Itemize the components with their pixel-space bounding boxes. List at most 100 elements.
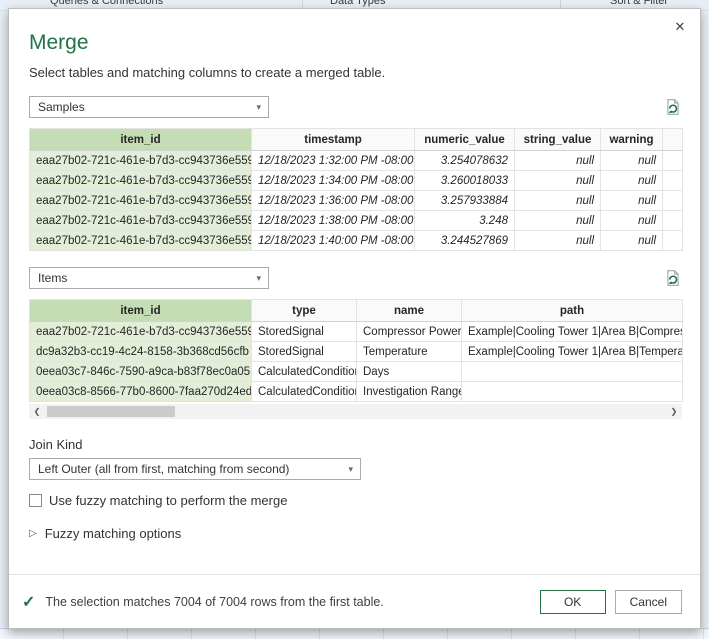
table-cell[interactable]: 12/18/2023 1:40:00 PM -08:00 bbox=[252, 231, 415, 251]
table-cell[interactable]: StoredSignal bbox=[252, 342, 357, 362]
second-table-select[interactable]: Items ▾ bbox=[29, 267, 269, 289]
scroll-right-icon[interactable]: ❯ bbox=[666, 404, 682, 419]
refresh-preview-icon[interactable] bbox=[664, 269, 682, 287]
column-header-item-id[interactable]: item_id bbox=[30, 300, 252, 322]
worksheet-strip bbox=[0, 628, 709, 639]
table-cell[interactable]: Example|Cooling Tower 1|Area B|Compress bbox=[462, 322, 683, 342]
horizontal-scrollbar[interactable]: ❮ ❯ bbox=[29, 404, 682, 419]
second-table-selector-row: Items ▾ bbox=[29, 267, 682, 289]
table-cell[interactable]: CalculatedCondition bbox=[252, 362, 357, 382]
table-cell[interactable]: null bbox=[515, 191, 601, 211]
table-cell[interactable]: Compressor Power bbox=[357, 322, 462, 342]
filler-cell bbox=[663, 231, 683, 251]
ok-button[interactable]: OK bbox=[540, 590, 606, 614]
table-cell[interactable]: 3.260018033 bbox=[415, 171, 515, 191]
expander-triangle-icon: ▷ bbox=[29, 528, 37, 539]
refresh-preview-icon[interactable] bbox=[664, 98, 682, 116]
filler-header bbox=[663, 129, 683, 151]
column-header-name[interactable]: name bbox=[357, 300, 462, 322]
success-check-icon: ✓ bbox=[22, 592, 35, 612]
table-cell[interactable]: Days bbox=[357, 362, 462, 382]
scrollbar-thumb[interactable] bbox=[47, 406, 175, 417]
scroll-left-icon[interactable]: ❮ bbox=[29, 404, 45, 419]
table-row: dc9a32b3-cc19-4c24-8158-3b368cd56cfb Sto… bbox=[30, 342, 683, 362]
table-cell[interactable]: 0eea03c8-8566-77b0-8600-7faa270d24ed bbox=[30, 382, 252, 402]
table-cell[interactable]: Example|Cooling Tower 1|Area B|Temperat bbox=[462, 342, 683, 362]
status-message: The selection matches 7004 of 7004 rows … bbox=[45, 595, 530, 609]
filler-cell bbox=[663, 211, 683, 231]
table-cell[interactable]: eaa27b02-721c-461e-b7d3-cc943736e559 bbox=[30, 191, 252, 211]
fuzzy-options-label: Fuzzy matching options bbox=[45, 526, 182, 541]
table-cell[interactable]: eaa27b02-721c-461e-b7d3-cc943736e559 bbox=[30, 211, 252, 231]
merge-dialog: ✕ Merge Select tables and matching colum… bbox=[8, 8, 701, 629]
table-row: eaa27b02-721c-461e-b7d3-cc943736e559 12/… bbox=[30, 231, 683, 251]
table-cell[interactable] bbox=[462, 382, 683, 402]
table-cell[interactable]: CalculatedCondition bbox=[252, 382, 357, 402]
table-cell[interactable]: 3.248 bbox=[415, 211, 515, 231]
table-cell[interactable]: null bbox=[601, 171, 663, 191]
column-header-timestamp[interactable]: timestamp bbox=[252, 129, 415, 151]
fuzzy-options-expander[interactable]: ▷ Fuzzy matching options bbox=[29, 526, 680, 541]
column-header-numeric-value[interactable]: numeric_value bbox=[415, 129, 515, 151]
table-row: eaa27b02-721c-461e-b7d3-cc943736e559 12/… bbox=[30, 171, 683, 191]
table-cell[interactable]: eaa27b02-721c-461e-b7d3-cc943736e559 bbox=[30, 231, 252, 251]
scrollbar-track[interactable] bbox=[45, 404, 666, 419]
table-cell[interactable]: 12/18/2023 1:36:00 PM -08:00 bbox=[252, 191, 415, 211]
table-cell[interactable]: null bbox=[601, 231, 663, 251]
table-cell[interactable]: null bbox=[601, 191, 663, 211]
fuzzy-matching-checkbox[interactable] bbox=[29, 494, 42, 507]
dialog-subtitle: Select tables and matching columns to cr… bbox=[29, 65, 680, 80]
table-row: eaa27b02-721c-461e-b7d3-cc943736e559 12/… bbox=[30, 151, 683, 171]
dialog-title: Merge bbox=[29, 31, 680, 55]
first-table-select-value: Samples bbox=[38, 100, 85, 114]
table-cell[interactable]: null bbox=[515, 211, 601, 231]
table-cell[interactable]: eaa27b02-721c-461e-b7d3-cc943736e559 bbox=[30, 171, 252, 191]
table-cell[interactable]: 12/18/2023 1:34:00 PM -08:00 bbox=[252, 171, 415, 191]
table-cell[interactable]: 3.257933884 bbox=[415, 191, 515, 211]
table-row: eaa27b02-721c-461e-b7d3-cc943736e559 12/… bbox=[30, 191, 683, 211]
table-cell[interactable]: 12/18/2023 1:32:00 PM -08:00 bbox=[252, 151, 415, 171]
join-kind-select-value: Left Outer (all from first, matching fro… bbox=[38, 462, 289, 476]
table-cell[interactable]: null bbox=[601, 211, 663, 231]
table-cell[interactable]: dc9a32b3-cc19-4c24-8158-3b368cd56cfb bbox=[30, 342, 252, 362]
chevron-down-icon: ▾ bbox=[256, 274, 261, 283]
ribbon-group-sort-filter: Sort & Filter bbox=[610, 0, 668, 7]
second-table-select-value: Items bbox=[38, 271, 67, 285]
table-cell[interactable]: null bbox=[515, 231, 601, 251]
column-header-string-value[interactable]: string_value bbox=[515, 129, 601, 151]
column-header-warning[interactable]: warning bbox=[601, 129, 663, 151]
second-table-preview: item_id type name path eaa27b02-721c-461… bbox=[29, 299, 683, 402]
column-header-path[interactable]: path bbox=[462, 300, 683, 322]
table-cell[interactable]: null bbox=[515, 151, 601, 171]
ribbon-group-queries-connections: Queries & Connections bbox=[50, 0, 163, 7]
table-cell[interactable]: null bbox=[601, 151, 663, 171]
dialog-footer: ✓ The selection matches 7004 of 7004 row… bbox=[9, 574, 700, 628]
filler-cell bbox=[663, 191, 683, 211]
table-cell[interactable] bbox=[462, 362, 683, 382]
ribbon-group-data-types: Data Types bbox=[330, 0, 385, 7]
table-cell[interactable]: 0eea03c7-846c-7590-a9ca-b83f78ec0a05 bbox=[30, 362, 252, 382]
table-cell[interactable]: Investigation Range bbox=[357, 382, 462, 402]
close-icon[interactable]: ✕ bbox=[670, 17, 690, 37]
table-cell[interactable]: StoredSignal bbox=[252, 322, 357, 342]
filler-cell bbox=[663, 171, 683, 191]
join-kind-select[interactable]: Left Outer (all from first, matching fro… bbox=[29, 458, 361, 480]
table-cell[interactable]: 12/18/2023 1:38:00 PM -08:00 bbox=[252, 211, 415, 231]
chevron-down-icon: ▾ bbox=[348, 465, 353, 474]
table-cell[interactable]: null bbox=[515, 171, 601, 191]
join-kind-label: Join Kind bbox=[29, 437, 680, 452]
fuzzy-matching-checkbox-row[interactable]: Use fuzzy matching to perform the merge bbox=[29, 493, 680, 508]
filler-cell bbox=[663, 151, 683, 171]
first-table-select[interactable]: Samples ▾ bbox=[29, 96, 269, 118]
table-cell[interactable]: eaa27b02-721c-461e-b7d3-cc943736e559 bbox=[30, 151, 252, 171]
table-cell[interactable]: eaa27b02-721c-461e-b7d3-cc943736e559 bbox=[30, 322, 252, 342]
column-header-item-id[interactable]: item_id bbox=[30, 129, 252, 151]
first-table-preview: item_id timestamp numeric_value string_v… bbox=[29, 128, 683, 251]
table-cell[interactable]: Temperature bbox=[357, 342, 462, 362]
fuzzy-matching-checkbox-label: Use fuzzy matching to perform the merge bbox=[49, 493, 287, 508]
table-cell[interactable]: 3.244527869 bbox=[415, 231, 515, 251]
table-cell[interactable]: 3.254078632 bbox=[415, 151, 515, 171]
column-header-type[interactable]: type bbox=[252, 300, 357, 322]
cancel-button[interactable]: Cancel bbox=[615, 590, 682, 614]
chevron-down-icon: ▾ bbox=[256, 103, 261, 112]
